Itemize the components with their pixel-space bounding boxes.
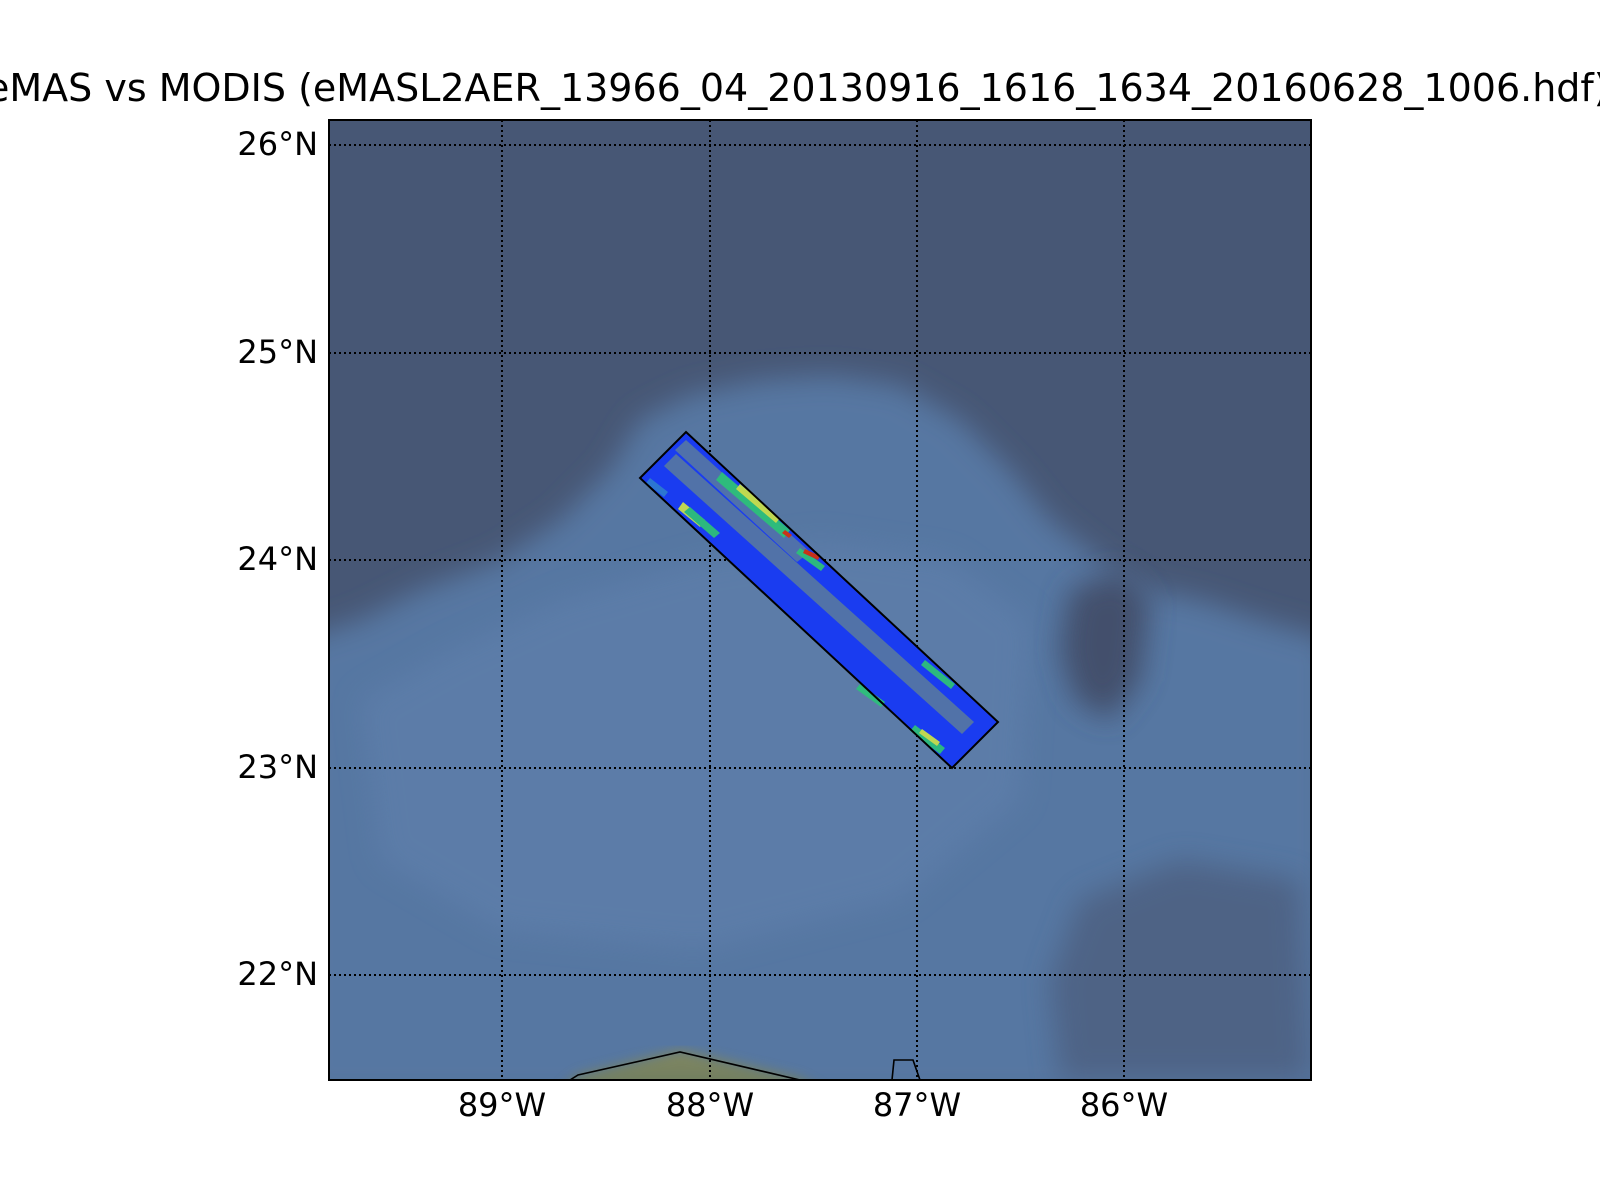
lat-label: 26°N (237, 125, 318, 163)
lon-label: 87°W (873, 1086, 961, 1124)
lat-label: 24°N (237, 540, 318, 578)
lon-label: 88°W (666, 1086, 754, 1124)
lon-label: 86°W (1080, 1086, 1168, 1124)
map-figure: 26°N 25°N 24°N 23°N 22°N 89°W 88°W 87°W … (237, 119, 1312, 1124)
lat-label: 23°N (237, 748, 318, 786)
lat-labels: 26°N 25°N 24°N 23°N 22°N (237, 125, 318, 993)
lon-labels: 89°W 88°W 87°W 86°W (458, 1086, 1168, 1124)
lat-label: 22°N (237, 955, 318, 993)
lat-label: 25°N (237, 333, 318, 371)
lon-label: 89°W (458, 1086, 546, 1124)
